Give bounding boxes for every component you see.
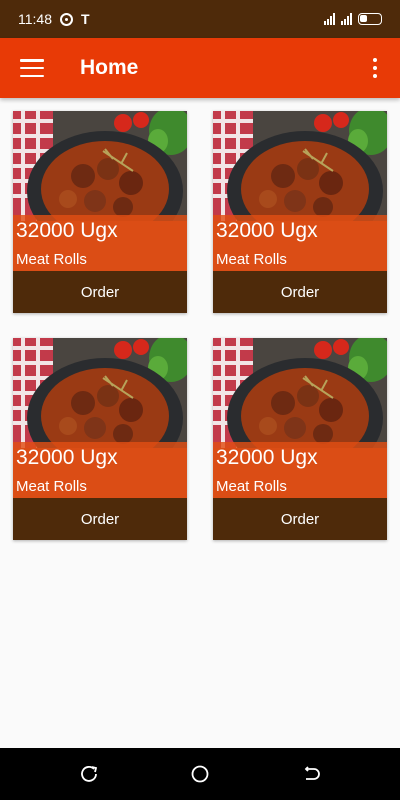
product-price: 32000 Ugx <box>16 446 118 469</box>
t-icon: T <box>81 11 90 27</box>
page-title: Home <box>80 56 139 79</box>
target-icon <box>60 12 73 26</box>
product-price: 32000 Ugx <box>216 446 318 469</box>
product-card[interactable]: 32000 Ugx Meat Rolls Order <box>213 338 387 540</box>
product-price: 32000 Ugx <box>216 219 318 242</box>
product-name: Meat Rolls <box>216 478 287 495</box>
system-nav-bar <box>0 748 400 800</box>
app-bar: Home <box>0 38 400 98</box>
order-button[interactable]: Order <box>213 498 387 540</box>
overflow-menu-icon[interactable] <box>370 58 380 78</box>
product-price: 32000 Ugx <box>16 219 118 242</box>
home-icon[interactable] <box>191 765 209 783</box>
status-bar: 11:48 T <box>0 0 400 38</box>
hamburger-menu-icon[interactable] <box>20 59 44 77</box>
order-button[interactable]: Order <box>13 271 187 313</box>
product-name: Meat Rolls <box>16 478 87 495</box>
signal-icon <box>324 13 335 25</box>
recents-icon[interactable] <box>80 765 98 783</box>
clock: 11:48 <box>18 11 52 27</box>
product-card[interactable]: 32000 Ugx Meat Rolls Order <box>13 111 187 313</box>
product-card[interactable]: 32000 Ugx Meat Rolls Order <box>13 338 187 540</box>
order-button[interactable]: Order <box>213 271 387 313</box>
product-name: Meat Rolls <box>216 251 287 268</box>
product-card[interactable]: 32000 Ugx Meat Rolls Order <box>213 111 387 313</box>
product-name: Meat Rolls <box>16 251 87 268</box>
order-button[interactable]: Order <box>13 498 187 540</box>
battery-icon <box>358 13 382 25</box>
signal-icon-2 <box>341 13 352 25</box>
back-icon[interactable] <box>302 765 320 783</box>
